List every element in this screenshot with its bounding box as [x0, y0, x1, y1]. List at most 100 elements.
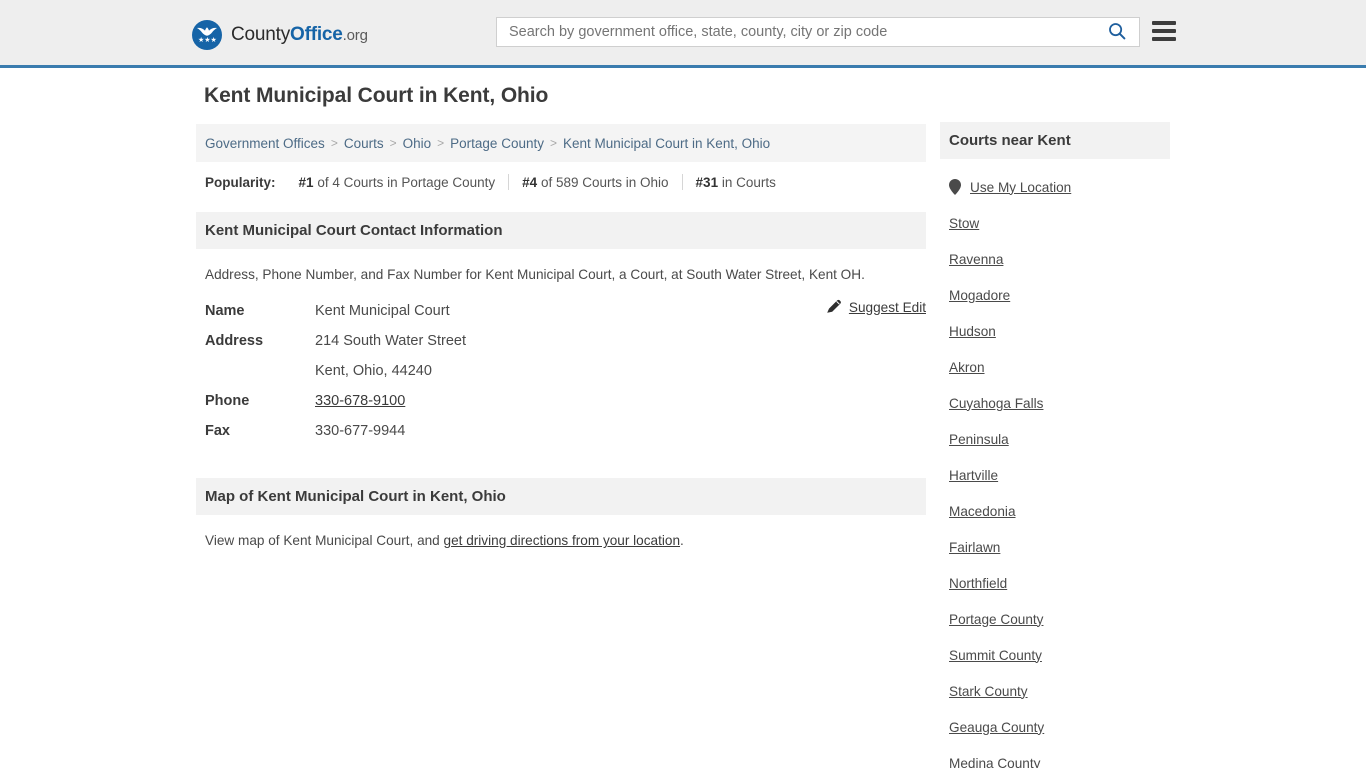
sidebar: Courts near Kent Use My Location Stow Ra… [940, 122, 1170, 768]
sidebar-item-fairlawn[interactable]: Fairlawn [949, 529, 1170, 565]
phone-link[interactable]: 330-678-9100 [315, 393, 405, 409]
info-row-name: Name Kent Municipal Court [205, 296, 917, 326]
info-key: Phone [205, 393, 250, 409]
info-value: Kent Municipal Court [315, 303, 450, 319]
info-value: Kent, Ohio, 44240 [315, 363, 432, 379]
map-section-description: View map of Kent Municipal Court, and ge… [196, 515, 926, 558]
driving-directions-link[interactable]: get driving directions from your locatio… [444, 533, 681, 548]
info-key: Name [205, 303, 245, 319]
breadcrumb-separator-icon: > [389, 136, 397, 150]
sidebar-link[interactable]: Stow [949, 216, 979, 231]
sidebar-heading: Courts near Kent [940, 122, 1170, 159]
stars-icon: ★★★ [198, 37, 217, 44]
sidebar-item-hudson[interactable]: Hudson [949, 313, 1170, 349]
popularity-rank: #4 [522, 174, 538, 190]
hamburger-bar [1152, 21, 1176, 25]
sidebar-item-cuyahoga-falls[interactable]: Cuyahoga Falls [949, 385, 1170, 421]
suggest-edit-button[interactable]: Suggest Edit [826, 298, 926, 317]
popularity-item-county: #1 of 4 Courts in Portage County [286, 175, 509, 190]
popularity-rank: #31 [695, 174, 719, 190]
hamburger-bar [1152, 29, 1176, 33]
map-pin-icon [949, 179, 961, 195]
search-icon [1108, 22, 1126, 43]
sidebar-item-geauga-county[interactable]: Geauga County [949, 709, 1170, 745]
sidebar-link[interactable]: Geauga County [949, 720, 1044, 735]
search-input[interactable] [497, 18, 1095, 46]
hamburger-menu-icon[interactable] [1152, 21, 1176, 41]
logo-text-domain: .org [342, 27, 368, 44]
breadcrumb-item-government-offices[interactable]: Government Offices [205, 136, 325, 151]
breadcrumb-item-portage-county[interactable]: Portage County [450, 136, 544, 151]
sidebar-link[interactable]: Hudson [949, 324, 996, 339]
info-key: Fax [205, 423, 230, 439]
use-my-location-link[interactable]: Use My Location [970, 180, 1071, 195]
sidebar-link[interactable]: Mogadore [949, 288, 1010, 303]
sidebar-list: Use My Location Stow Ravenna Mogadore Hu… [940, 159, 1170, 768]
popularity-row: Popularity: #1 of 4 Courts in Portage Co… [196, 162, 926, 200]
sidebar-item-medina-county[interactable]: Medina County [949, 745, 1170, 768]
popularity-text: of 589 Courts in Ohio [540, 174, 669, 190]
popularity-rank: #1 [298, 174, 314, 190]
info-row-address-line2: Kent, Ohio, 44240 [205, 356, 917, 386]
sidebar-link[interactable]: Summit County [949, 648, 1042, 663]
hamburger-bar [1152, 37, 1176, 41]
logo-wordmark: CountyOffice.org [231, 24, 368, 46]
map-section-heading: Map of Kent Municipal Court in Kent, Ohi… [196, 478, 926, 515]
sidebar-item-mogadore[interactable]: Mogadore [949, 277, 1170, 313]
sidebar-item-peninsula[interactable]: Peninsula [949, 421, 1170, 457]
sidebar-link[interactable]: Cuyahoga Falls [949, 396, 1043, 411]
breadcrumb-separator-icon: > [330, 136, 338, 150]
breadcrumb-separator-icon: > [549, 136, 557, 150]
sidebar-link[interactable]: Fairlawn [949, 540, 1000, 555]
contact-section-description: Address, Phone Number, and Fax Number fo… [205, 267, 865, 282]
breadcrumb-item-courts[interactable]: Courts [344, 136, 384, 151]
sidebar-item-northfield[interactable]: Northfield [949, 565, 1170, 601]
sidebar-link[interactable]: Medina County [949, 756, 1040, 768]
breadcrumb-separator-icon: > [437, 136, 445, 150]
sidebar-item-use-my-location[interactable]: Use My Location [949, 169, 1170, 205]
contact-info-table: Suggest Edit Name Kent Municipal Court A… [196, 292, 926, 446]
site-logo[interactable]: ★★★ CountyOffice.org [192, 19, 368, 51]
search-bar[interactable] [496, 17, 1140, 47]
sidebar-item-akron[interactable]: Akron [949, 349, 1170, 385]
sidebar-item-hartville[interactable]: Hartville [949, 457, 1170, 493]
info-row-address: Address 214 South Water Street [205, 326, 917, 356]
map-desc-text-before: View map of Kent Municipal Court, and [205, 533, 444, 548]
sidebar-link[interactable]: Macedonia [949, 504, 1016, 519]
info-key: Address [205, 333, 264, 349]
page-title: Kent Municipal Court in Kent, Ohio [204, 84, 549, 107]
sidebar-link[interactable]: Northfield [949, 576, 1007, 591]
map-desc-text-after: . [680, 533, 684, 548]
sidebar-item-stark-county[interactable]: Stark County [949, 673, 1170, 709]
main-content: Kent Municipal Court in Kent, Ohio Gover… [196, 84, 926, 558]
popularity-label: Popularity: [205, 174, 276, 190]
sidebar-item-portage-county[interactable]: Portage County [949, 601, 1170, 637]
sidebar-link[interactable]: Portage County [949, 612, 1043, 627]
logo-text-office: Office [290, 24, 343, 45]
sidebar-item-summit-county[interactable]: Summit County [949, 637, 1170, 673]
edit-pencil-icon [826, 298, 842, 317]
suggest-edit-label: Suggest Edit [848, 300, 926, 315]
info-value: 214 South Water Street [315, 333, 466, 349]
breadcrumb: Government Offices > Courts > Ohio > Por… [196, 124, 926, 162]
info-row-fax: Fax 330-677-9944 [205, 416, 917, 446]
sidebar-item-ravenna[interactable]: Ravenna [949, 241, 1170, 277]
sidebar-item-macedonia[interactable]: Macedonia [949, 493, 1170, 529]
sidebar-link[interactable]: Hartville [949, 468, 998, 483]
breadcrumb-item-ohio[interactable]: Ohio [403, 136, 432, 151]
popularity-text: in Courts [721, 174, 776, 190]
eagle-shield-logo-icon: ★★★ [192, 20, 222, 50]
sidebar-item-stow[interactable]: Stow [949, 205, 1170, 241]
sidebar-link[interactable]: Akron [949, 360, 985, 375]
info-value: 330-677-9944 [315, 423, 406, 439]
info-value-phone: 330-678-9100 [315, 393, 405, 409]
info-row-phone: Phone 330-678-9100 [205, 386, 917, 416]
search-button[interactable] [1095, 18, 1139, 46]
site-header: ★★★ CountyOffice.org [0, 0, 1366, 68]
sidebar-link[interactable]: Peninsula [949, 432, 1009, 447]
popularity-item-category: #31 in Courts [683, 175, 789, 190]
breadcrumb-item-current: Kent Municipal Court in Kent, Ohio [562, 135, 771, 151]
sidebar-link[interactable]: Stark County [949, 684, 1028, 699]
sidebar-link[interactable]: Ravenna [949, 252, 1003, 267]
logo-text-county: County [231, 24, 291, 45]
